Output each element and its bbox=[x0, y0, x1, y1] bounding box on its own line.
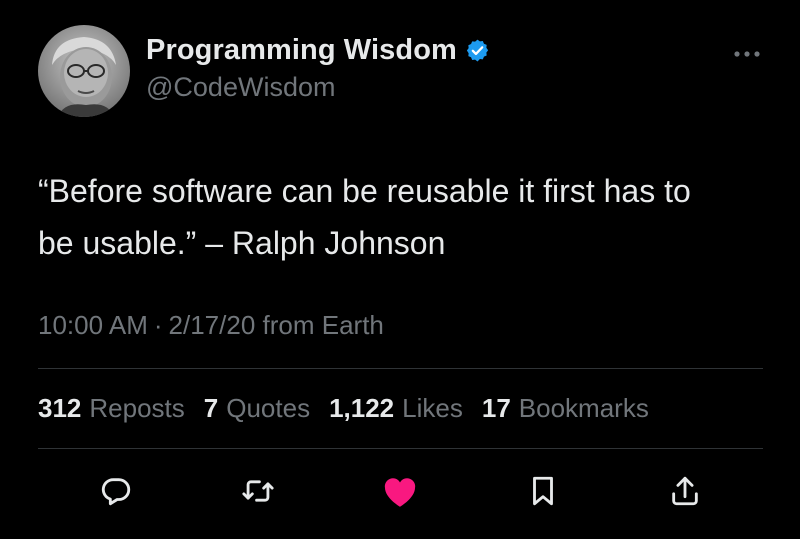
tweet-detail: Programming Wisdom @CodeWisdom “Before s… bbox=[0, 0, 800, 539]
tweet-text-line-2: be usable.” – Ralph Johnson bbox=[38, 225, 446, 261]
bookmark-icon bbox=[526, 474, 560, 513]
tweet-source: from Earth bbox=[262, 310, 384, 340]
tweet-meta: 10:00 AM · 2/17/20 from Earth bbox=[38, 310, 384, 341]
reply-button[interactable] bbox=[96, 470, 136, 516]
like-button[interactable] bbox=[380, 470, 420, 516]
stat-bookmarks[interactable]: 17 Bookmarks bbox=[482, 393, 649, 424]
author-info: Programming Wisdom @CodeWisdom bbox=[146, 30, 490, 103]
divider-top bbox=[38, 368, 763, 369]
tweet-date[interactable]: 2/17/20 bbox=[169, 310, 256, 340]
bookmark-button[interactable] bbox=[523, 470, 563, 516]
handle[interactable]: @CodeWisdom bbox=[146, 72, 490, 103]
stat-bookmarks-count: 17 bbox=[481, 393, 511, 423]
tweet-time[interactable]: 10:00 AM bbox=[38, 310, 148, 340]
tweet-text: “Before software can be reusable it firs… bbox=[38, 165, 773, 269]
share-upload-icon bbox=[668, 474, 702, 513]
meta-separator: · bbox=[153, 310, 163, 340]
repost-arrows-icon bbox=[241, 474, 275, 513]
display-name-row: Programming Wisdom bbox=[146, 30, 490, 70]
repost-button[interactable] bbox=[238, 470, 278, 516]
share-button[interactable] bbox=[665, 470, 705, 516]
verified-badge-icon[interactable] bbox=[465, 38, 490, 63]
divider-bottom bbox=[38, 448, 763, 449]
more-options-icon[interactable] bbox=[732, 46, 762, 57]
heart-icon bbox=[381, 473, 419, 514]
action-bar bbox=[0, 470, 800, 520]
display-name[interactable]: Programming Wisdom bbox=[146, 34, 457, 67]
stat-quotes[interactable]: 7 Quotes bbox=[204, 393, 310, 424]
stat-quotes-count: 7 bbox=[203, 393, 219, 423]
avatar[interactable] bbox=[38, 25, 130, 117]
tweet-text-line-1: “Before software can be reusable it firs… bbox=[38, 173, 691, 209]
stat-reposts-label: Reposts bbox=[89, 393, 185, 423]
engagement-stats: 312 Reposts 7 Quotes 1,122 Likes 17 Bookmark… bbox=[38, 393, 668, 424]
stat-reposts-count: 312 bbox=[38, 393, 82, 423]
stat-likes-count: 1,122 bbox=[329, 393, 395, 423]
speech-bubble-icon bbox=[99, 474, 133, 513]
stat-likes[interactable]: 1,122 Likes bbox=[329, 393, 463, 424]
stat-bookmarks-label: Bookmarks bbox=[518, 393, 649, 423]
stat-quotes-label: Quotes bbox=[226, 393, 311, 423]
stat-likes-label: Likes bbox=[402, 393, 463, 423]
stat-reposts[interactable]: 312 Reposts bbox=[38, 393, 185, 424]
